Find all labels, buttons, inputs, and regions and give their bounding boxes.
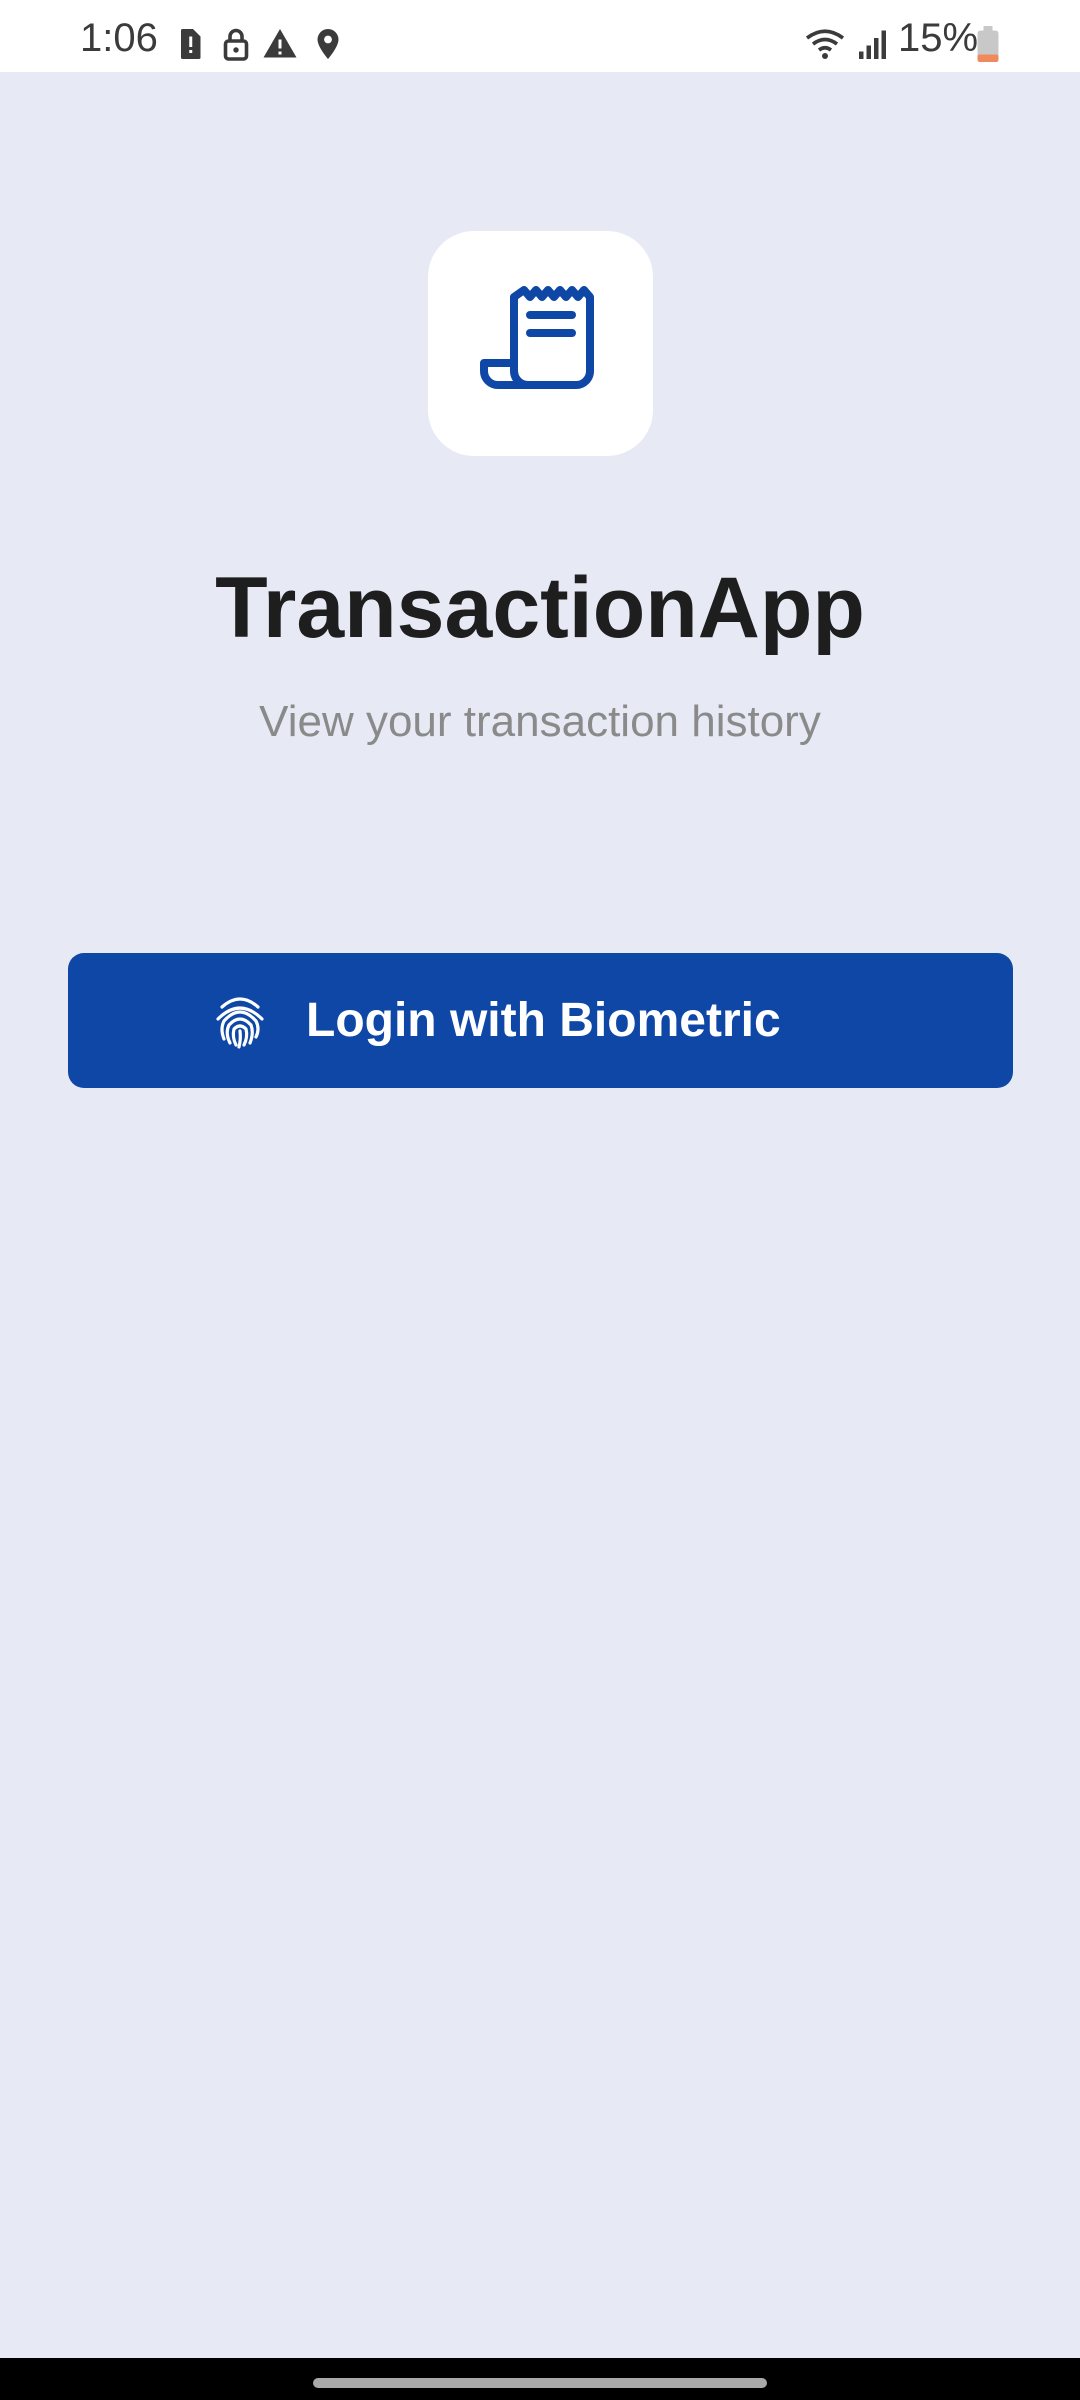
battery-percentage: 15% — [898, 16, 979, 60]
battery-icon — [976, 26, 1000, 62]
sim-alert-icon — [172, 26, 208, 62]
warning-icon — [262, 26, 298, 62]
app-logo — [428, 231, 653, 456]
login-with-biometric-button[interactable]: Login with Biometric — [68, 953, 1013, 1088]
location-icon — [310, 26, 346, 62]
lock-icon — [218, 26, 254, 62]
app-subtitle: View your transaction history — [259, 697, 821, 746]
signal-icon — [856, 26, 892, 62]
fingerprint-icon — [212, 993, 268, 1049]
home-indicator[interactable] — [313, 2378, 767, 2388]
login-button-label: Login with Biometric — [306, 994, 781, 1047]
receipt-icon — [480, 286, 594, 389]
status-time: 1:06 — [80, 16, 158, 60]
wifi-icon — [804, 26, 846, 62]
app-title: TransactionApp — [215, 560, 865, 656]
navigation-bar — [0, 2358, 1080, 2400]
status-bar: 1:06 15% — [0, 0, 1080, 72]
